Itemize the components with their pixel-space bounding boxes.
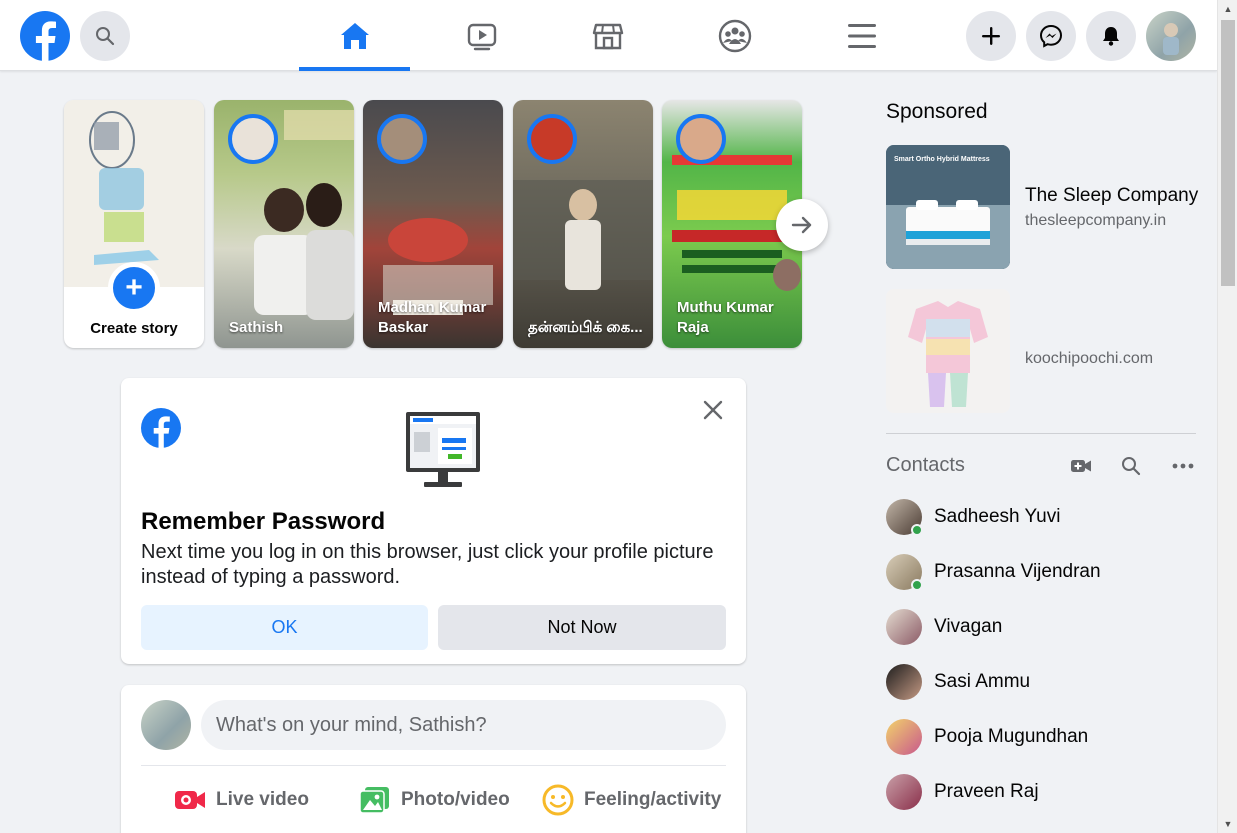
close-button[interactable] [701, 398, 725, 422]
ad-image-caption: Smart Ortho Hybrid Mattress [894, 156, 990, 163]
contact-avatar [886, 664, 922, 700]
photo-video-label: Photo/video [401, 789, 510, 810]
create-story-card[interactable]: + Create story [64, 100, 204, 348]
tab-home[interactable] [299, 0, 410, 71]
groups-icon [718, 19, 751, 52]
messenger-icon [1039, 24, 1063, 48]
shop-icon [592, 23, 623, 49]
facebook-logo-icon [141, 408, 181, 448]
ad-image-pajamas[interactable] [886, 289, 1010, 413]
story-card[interactable]: தன்னம்பிக் கை... [513, 100, 653, 348]
remember-password-description: Next time you log in on this browser, ju… [141, 541, 714, 588]
contact-name: Sadheesh Yuvi [934, 506, 1061, 527]
remember-password-title: Remember Password [141, 508, 386, 535]
sponsored-heading: Sponsored [886, 100, 988, 123]
story-name: Muthu Kumar Raja [677, 299, 774, 336]
search-button[interactable] [80, 11, 130, 61]
composer-avatar[interactable] [141, 700, 191, 750]
search-icon [96, 27, 115, 46]
live-video-icon [175, 791, 205, 809]
create-story-label: Create story [90, 320, 178, 337]
story-name: Madhan Kumar Baskar [378, 299, 487, 336]
notifications-button[interactable] [1086, 11, 1136, 61]
story-avatar [228, 114, 278, 164]
smiley-icon [542, 784, 574, 816]
remember-password-card: Remember Password Next time you log in o… [121, 378, 746, 664]
contact-avatar [886, 499, 923, 536]
story-name: தன்னம்பிக் கை... [528, 319, 643, 336]
tab-menu[interactable] [806, 0, 917, 71]
ad-image-mattress[interactable]: Smart Ortho Hybrid Mattress [886, 145, 1010, 269]
profile-avatar[interactable] [1146, 11, 1196, 61]
scroll-up-arrow-icon[interactable]: ▲ [1218, 0, 1237, 18]
contact-avatar [886, 719, 922, 755]
search-contacts-button[interactable] [1119, 456, 1143, 476]
contact-item[interactable]: Prasanna Vijendran [886, 552, 1196, 592]
divider [886, 433, 1196, 434]
create-button[interactable] [966, 11, 1016, 61]
story-avatar [377, 114, 427, 164]
ok-button[interactable]: OK [141, 605, 428, 650]
tab-marketplace[interactable] [552, 0, 663, 71]
contact-item[interactable]: Vivagan [886, 607, 1196, 647]
ad-title[interactable]: The Sleep Company [1025, 185, 1198, 207]
more-options-icon [1172, 463, 1194, 469]
stories-next-button[interactable] [776, 199, 828, 251]
new-room-button[interactable] [1069, 456, 1093, 476]
home-icon [340, 22, 369, 49]
ad-url[interactable]: koochipoochi.com [1025, 350, 1153, 368]
live-video-button[interactable]: Live video [174, 783, 309, 817]
search-icon [1122, 457, 1141, 476]
contact-item[interactable]: Pooja Mugundhan [886, 717, 1196, 757]
scroll-thumb[interactable] [1221, 20, 1235, 286]
contact-name: Prasanna Vijendran [934, 561, 1101, 582]
divider [141, 765, 726, 766]
scroll-down-arrow-icon[interactable]: ▼ [1218, 815, 1237, 833]
contact-item[interactable]: Praveen Raj [886, 772, 1196, 812]
status-input[interactable]: What's on your mind, Sathish? [201, 700, 726, 750]
ad-url[interactable]: thesleepcompany.in [1025, 212, 1166, 230]
photo-video-button[interactable]: Photo/video [359, 783, 510, 817]
hamburger-menu-icon [847, 23, 876, 48]
not-now-button[interactable]: Not Now [438, 605, 726, 650]
photo-icon [359, 787, 389, 814]
feeling-activity-label: Feeling/activity [584, 789, 722, 810]
contact-item[interactable]: Sadheesh Yuvi [886, 497, 1196, 537]
facebook-logo[interactable] [20, 11, 70, 61]
story-avatar [676, 114, 726, 164]
online-status-indicator [911, 524, 923, 536]
messenger-button[interactable] [1026, 11, 1076, 61]
tab-groups[interactable] [679, 0, 790, 71]
create-story-plus-icon[interactable]: + [108, 262, 160, 314]
page-scrollbar[interactable]: ▲ ▼ [1217, 0, 1237, 833]
contact-item[interactable]: Sasi Ammu [886, 662, 1196, 702]
post-composer: What's on your mind, Sathish? Live video… [121, 685, 746, 833]
online-status-indicator [911, 579, 923, 591]
contact-avatar [886, 609, 922, 645]
tab-watch[interactable] [426, 0, 537, 71]
contacts-heading: Contacts [886, 454, 965, 476]
story-avatar [527, 114, 577, 164]
story-card[interactable]: Sathish [214, 100, 354, 348]
contacts-options-button[interactable] [1171, 456, 1195, 476]
contact-name: Vivagan [934, 616, 1003, 637]
story-name: Sathish [229, 319, 284, 336]
computer-illustration-icon [404, 412, 482, 488]
contact-avatar [886, 554, 923, 591]
contact-name: Praveen Raj [934, 781, 1039, 802]
story-card[interactable]: Madhan Kumar Baskar [363, 100, 503, 348]
plus-icon [982, 27, 1000, 45]
close-icon [703, 400, 723, 420]
contact-name: Sasi Ammu [934, 671, 1031, 692]
contact-name: Pooja Mugundhan [934, 726, 1089, 747]
video-icon [467, 23, 496, 50]
contact-avatar [886, 774, 922, 810]
create-story-image [64, 100, 204, 287]
bell-icon [1103, 27, 1119, 46]
top-navigation-bar [0, 0, 1217, 71]
video-camera-plus-icon [1071, 460, 1091, 472]
arrow-right-icon [791, 216, 812, 234]
live-video-label: Live video [216, 789, 309, 810]
feeling-activity-button[interactable]: Feeling/activity [542, 783, 721, 817]
